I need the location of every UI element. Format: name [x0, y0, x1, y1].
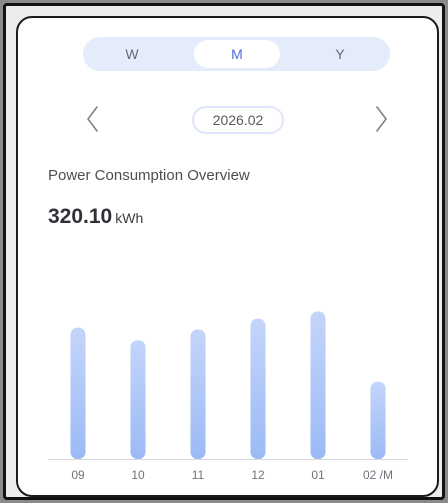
- period-toggle: W M Y: [83, 37, 390, 71]
- chevron-left-icon: [87, 106, 98, 132]
- chevron-right-icon: [376, 106, 387, 132]
- previous-period-button[interactable]: [82, 104, 104, 134]
- x-tick-label: 12: [251, 468, 265, 482]
- x-tick-label: 09: [71, 468, 85, 482]
- power-consumption-card: W M Y 2026.02 Power Consumption Overview…: [16, 16, 439, 497]
- bar-12[interactable]: [250, 318, 266, 459]
- current-period[interactable]: 2026.02: [192, 106, 284, 134]
- toggle-year[interactable]: Y: [297, 40, 383, 68]
- x-tick-label: 01: [311, 468, 325, 482]
- bar-10[interactable]: [130, 340, 146, 459]
- consumption-bar-chart: 09 10 11 12 01 02 /M: [48, 288, 408, 488]
- bar-09[interactable]: [70, 327, 86, 459]
- total-unit: kWh: [115, 210, 144, 226]
- bar-01[interactable]: [310, 311, 326, 459]
- bar-11[interactable]: [190, 329, 206, 459]
- x-tick-label: 02 /M: [363, 468, 393, 482]
- toggle-week[interactable]: W: [89, 40, 175, 68]
- toggle-month[interactable]: M: [194, 40, 280, 68]
- bar-02 /M[interactable]: [370, 381, 386, 459]
- total-consumption: 320.10 kWh: [48, 205, 143, 229]
- overview-title: Power Consumption Overview: [48, 167, 250, 184]
- device-frame: W M Y 2026.02 Power Consumption Overview…: [3, 3, 445, 500]
- x-tick-label: 11: [192, 468, 205, 482]
- next-period-button[interactable]: [370, 104, 392, 134]
- total-value: 320.10: [48, 205, 113, 228]
- x-tick-label: 10: [131, 468, 145, 482]
- chart-svg: 09 10 11 12 01 02 /M: [48, 311, 408, 482]
